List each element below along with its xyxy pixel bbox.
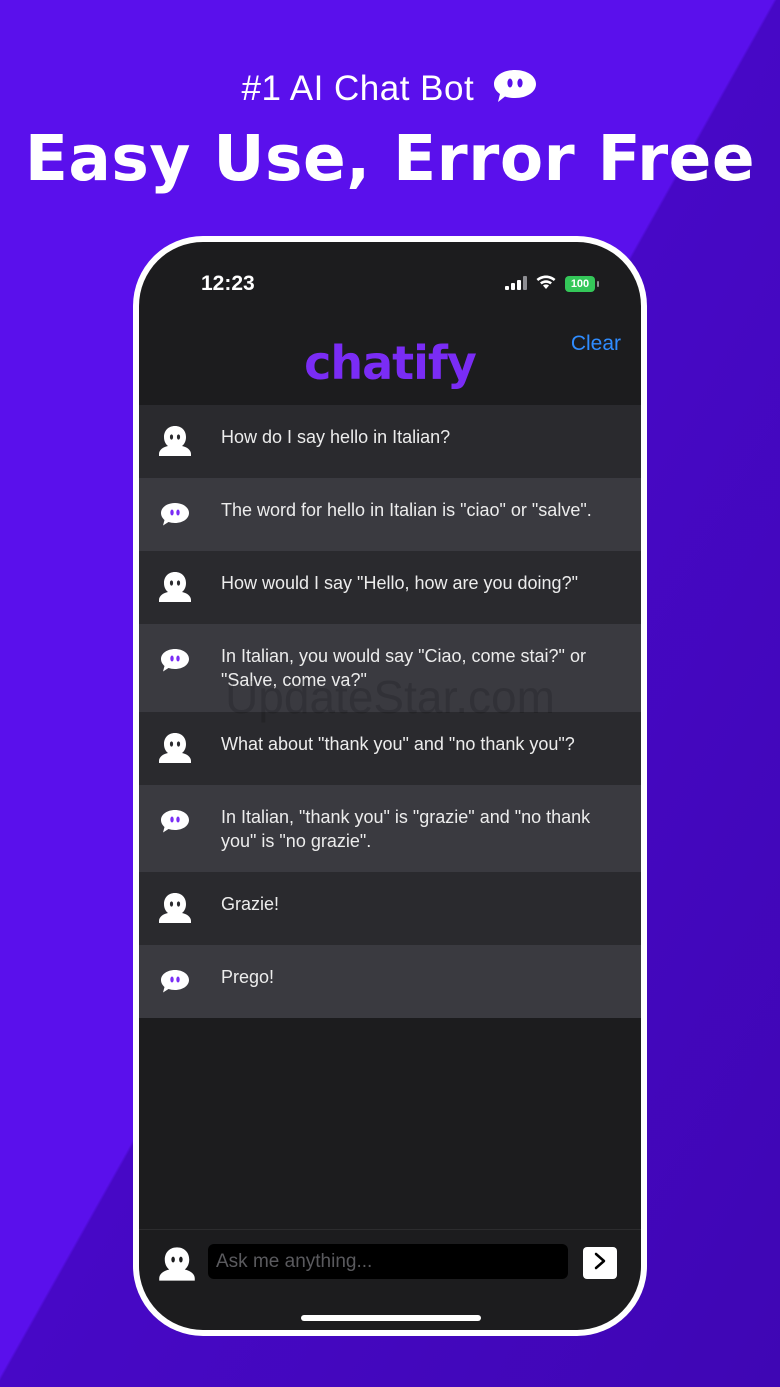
list-item: What about "thank you" and "no thank you…: [139, 712, 641, 785]
status-time: 12:23: [201, 272, 255, 295]
list-item: The word for hello in Italian is "ciao" …: [139, 478, 641, 551]
hero-subtitle: #1 AI Chat Bot: [0, 68, 780, 113]
chevron-right-icon: [593, 1252, 607, 1274]
message-text: How would I say "Hello, how are you doin…: [221, 573, 578, 593]
message-text: In Italian, you would say "Ciao, come st…: [221, 646, 586, 690]
list-item: How do I say hello in Italian?: [139, 405, 641, 478]
chat-list: How do I say hello in Italian? The word …: [139, 405, 641, 1018]
signal-icon: [505, 275, 527, 294]
message-text: What about "thank you" and "no thank you…: [221, 734, 575, 754]
list-item: In Italian, "thank you" is "grazie" and …: [139, 785, 641, 872]
chatify-logo: chatify: [304, 336, 477, 390]
wifi-icon: [535, 274, 557, 294]
message-text: How do I say hello in Italian?: [221, 427, 451, 447]
chat-bubble-icon: [492, 68, 538, 113]
list-item: Prego!: [139, 945, 641, 1018]
home-indicator: [301, 1315, 481, 1321]
phone-frame: 12:23 100 Clear chatify How do I say hel…: [133, 236, 647, 1336]
list-item: In Italian, you would say "Ciao, come st…: [139, 624, 641, 712]
list-item: Grazie!: [139, 872, 641, 945]
hero-title: Easy Use, Error Free: [24, 122, 756, 195]
status-icons: 100: [505, 274, 599, 294]
list-item: How would I say "Hello, how are you doin…: [139, 551, 641, 624]
input-bar: [139, 1229, 641, 1320]
send-button[interactable]: [583, 1247, 617, 1279]
hero-subtitle-text: #1 AI Chat Bot: [241, 69, 475, 108]
message-input[interactable]: [208, 1244, 568, 1279]
message-text: The word for hello in Italian is "ciao" …: [221, 500, 592, 520]
battery-icon: 100: [565, 276, 599, 292]
message-text: Grazie!: [221, 894, 280, 914]
message-text: In Italian, "thank you" is "grazie" and …: [221, 807, 591, 851]
user-avatar-icon: [157, 1246, 197, 1286]
phone-screen: 12:23 100 Clear chatify How do I say hel…: [139, 242, 641, 1330]
message-text: Prego!: [221, 967, 275, 987]
